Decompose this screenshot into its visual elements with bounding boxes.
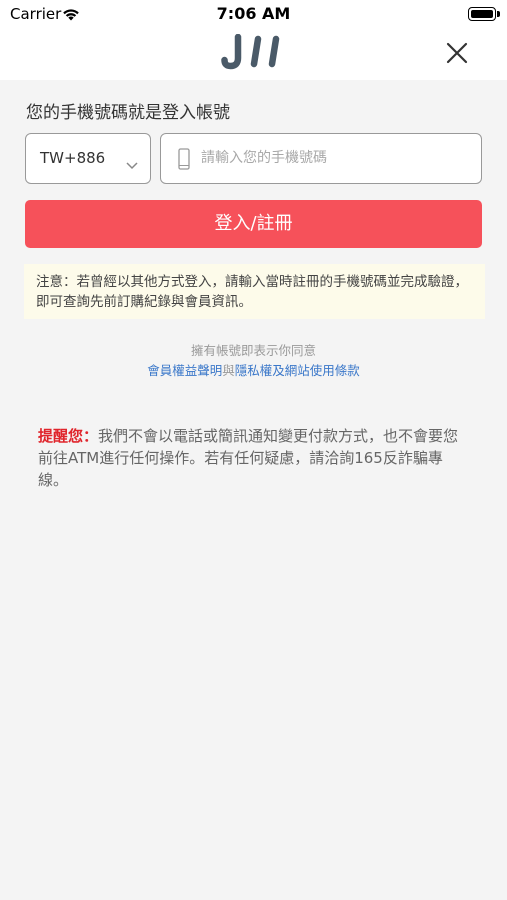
chevron-down-icon	[126, 155, 138, 174]
fraud-reminder: 提醒您：我們不會以電話或簡訊通知變更付款方式，也不會要您前往ATM進行任何操作。…	[38, 425, 470, 491]
status-bar: Carrier 7:06 AM	[0, 0, 507, 28]
close-icon[interactable]	[444, 40, 470, 66]
privacy-terms-link[interactable]: 隱私權及網站使用條款	[235, 363, 360, 378]
top-bar: Carrier 7:06 AM	[0, 0, 507, 80]
reminder-label: 提醒您：	[38, 427, 99, 445]
login-prompt: 您的手機號碼就是登入帳號	[26, 103, 230, 123]
status-time: 7:06 AM	[216, 4, 291, 23]
phone-input[interactable]	[201, 142, 471, 174]
mobile-phone-icon	[178, 148, 190, 174]
login-register-button[interactable]: 登入/註冊	[25, 200, 482, 248]
member-rights-link[interactable]: 會員權益聲明	[147, 363, 222, 378]
agreement-links: 會員權益聲明與隱私權及網站使用條款	[0, 360, 507, 379]
jii-logo	[221, 33, 287, 70]
agreement-text: 擁有帳號即表示你同意	[190, 343, 316, 358]
phone-field[interactable]	[160, 133, 482, 184]
country-code-value: TW+886	[40, 149, 106, 167]
reminder-text: 我們不會以電話或簡訊通知變更付款方式，也不會要您前往ATM進行任何操作。若有任何…	[38, 427, 459, 489]
country-code-select[interactable]: TW+886	[25, 133, 151, 184]
agreement-conjunction: 與	[222, 363, 235, 378]
notice-box: 注意：若曾經以其他方式登入，請輸入當時註冊的手機號碼並完成驗證，即可查詢先前訂購…	[24, 264, 485, 319]
battery-icon	[468, 7, 500, 21]
